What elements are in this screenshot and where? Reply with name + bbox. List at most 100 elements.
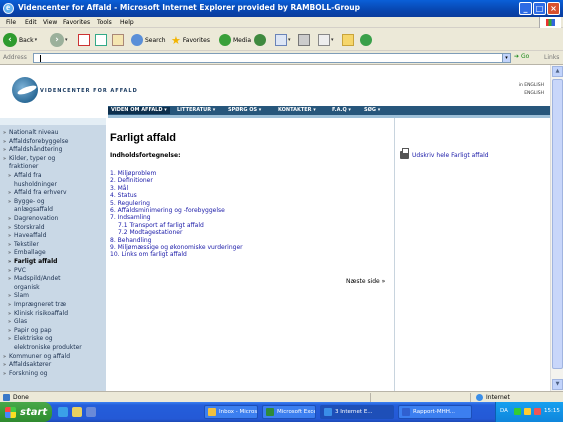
edit-button[interactable]: ▾ (318, 32, 334, 48)
language-indicator[interactable]: DA (500, 408, 508, 414)
mail-button[interactable]: ▾ (275, 32, 291, 48)
taskbar-button[interactable]: 3 Internet E... (320, 405, 394, 419)
messenger-button[interactable] (360, 32, 372, 48)
sidebar-item[interactable]: » Nationalt niveau (3, 129, 58, 137)
toc-link[interactable]: 3. Mål (110, 185, 128, 192)
sidebar-item[interactable]: » Forskning og (3, 370, 47, 378)
nav-faq[interactable]: F.A.Q ▾ (329, 107, 354, 114)
menu-file[interactable]: File (6, 19, 16, 26)
nav-litteratur[interactable]: LITTERATUR ▾ (174, 107, 218, 114)
home-button[interactable] (112, 32, 124, 48)
sidebar-item[interactable]: » Affald fra erhverv (8, 189, 67, 197)
sidebar-item[interactable]: » Emballage (8, 249, 46, 257)
links-button[interactable]: Links (544, 54, 559, 61)
sidebar-item[interactable]: » Affaldsforebyggelse (3, 138, 68, 146)
refresh-button[interactable] (95, 32, 107, 48)
scroll-down-button[interactable]: ▼ (552, 379, 563, 390)
toc-link[interactable]: 7. Indsamling (110, 214, 151, 221)
sidebar-item[interactable]: » Haveaffald (8, 232, 46, 240)
toc-link[interactable]: 6. Affaldsminimering og -forebyggelse (110, 207, 225, 214)
vertical-scrollbar[interactable]: ▲ ▼ (550, 65, 563, 391)
toc-link[interactable]: 7.1 Transport af farligt affald (118, 222, 204, 229)
toc-link[interactable]: 8. Behandling (110, 237, 151, 244)
outlook-quicklaunch-icon[interactable] (72, 407, 82, 417)
forward-button[interactable]: › ▾ (50, 32, 68, 48)
sidebar-item[interactable]: organisk (8, 284, 40, 291)
sidebar-item[interactable]: fraktioner (3, 163, 38, 170)
sidebar-item[interactable]: » Imprægneret træ (8, 301, 66, 309)
sidebar-item-label: Kommuner og affald (9, 352, 71, 360)
taskbar-button[interactable]: Inbox - Micros... (204, 405, 258, 419)
minimize-button[interactable]: _ (519, 2, 532, 15)
folder-button[interactable] (342, 32, 354, 48)
search-button[interactable]: Search (131, 32, 166, 48)
sidebar-item[interactable]: » Bygge- og (8, 198, 45, 206)
sidebar-item[interactable]: husholdninger (8, 181, 57, 188)
media-button[interactable]: Media (219, 32, 251, 48)
sidebar-item[interactable]: » Storskrald (8, 224, 45, 232)
sidebar-item[interactable]: » Kommuner og affald (3, 353, 70, 361)
menu-favorites[interactable]: Favorites (63, 19, 90, 26)
print-button[interactable] (298, 32, 310, 48)
address-input[interactable] (33, 53, 511, 63)
sidebar-item[interactable]: » Papir og pap (8, 327, 52, 335)
sidebar-item[interactable]: » Kilder, typer og (3, 155, 55, 163)
taskbar-button-label: 3 Internet E... (335, 409, 373, 415)
english-link-2[interactable]: ENGLISH (524, 91, 544, 96)
sidebar-item[interactable]: » Glas (8, 318, 27, 326)
menu-help[interactable]: Help (120, 19, 134, 26)
favorites-button[interactable]: ★ Favorites (171, 32, 210, 48)
close-button[interactable]: × (547, 2, 560, 15)
status-separator (470, 393, 471, 402)
network-icon[interactable] (514, 408, 521, 415)
next-page-link[interactable]: Næste side » (346, 278, 385, 285)
nav-kontakter[interactable]: KONTAKTER ▾ (275, 107, 319, 114)
menu-view[interactable]: View (43, 19, 57, 26)
desktop-quicklaunch-icon[interactable] (86, 407, 96, 417)
history-button[interactable] (254, 32, 266, 48)
sidebar-item[interactable]: » Farligt affald (8, 258, 57, 266)
ie-quicklaunch-icon[interactable] (58, 407, 68, 417)
toc-link[interactable]: 1. Miljøproblem (110, 170, 156, 177)
print-all-link[interactable]: Udskriv hele Farligt affald (400, 148, 489, 159)
sidebar-item[interactable]: » PVC (8, 267, 26, 275)
sidebar-item[interactable]: elektroniske produkter (8, 344, 82, 351)
sidebar-item[interactable]: » Madspild/Andet (8, 275, 61, 283)
toc-link[interactable]: 10. Links om farligt affald (110, 251, 187, 258)
go-button[interactable]: ➔ Go (514, 53, 529, 60)
start-button[interactable]: start (0, 402, 52, 422)
antivirus-icon[interactable] (534, 408, 541, 415)
nav-viden-om-affald[interactable]: VIDEN OM AFFALD ▾ (108, 107, 170, 114)
stop-button[interactable] (78, 32, 90, 48)
sidebar-item[interactable]: » Affaldshåndtering (3, 146, 62, 154)
taskbar-button[interactable]: Microsoft Excel (262, 405, 316, 419)
site-logo[interactable] (12, 77, 38, 103)
status-done: Done (3, 394, 29, 401)
back-button[interactable]: ‹ Back ▾ (3, 32, 37, 48)
toc-link[interactable]: 9. Miljømæssige og økonomiske vurderinge… (110, 244, 243, 251)
menu-tools[interactable]: Tools (97, 19, 112, 26)
sidebar-item[interactable]: » Klinisk risikoaffald (8, 310, 68, 318)
english-link[interactable]: in ENGLISH (519, 83, 544, 88)
nav-spoerg-os[interactable]: SPØRG OS ▾ (225, 107, 264, 114)
security-icon[interactable] (524, 408, 531, 415)
menu-edit[interactable]: Edit (25, 19, 37, 26)
sidebar-item[interactable]: » Affaldsaktører (3, 361, 51, 369)
address-dropdown-button[interactable]: ▾ (502, 53, 511, 63)
maximize-button[interactable]: □ (533, 2, 546, 15)
taskbar-button[interactable]: Rapport-MHH... (398, 405, 472, 419)
scroll-up-button[interactable]: ▲ (552, 66, 563, 77)
sidebar-item[interactable]: » Dagrenovation (8, 215, 58, 223)
toc-link[interactable]: 7.2 Modtagestationer (118, 229, 182, 236)
toc-link[interactable]: 2. Definitioner (110, 177, 153, 184)
toc-link[interactable]: 5. Regulering (110, 200, 150, 207)
sidebar-item[interactable]: » Tekstiler (8, 241, 39, 249)
sidebar-item[interactable]: » Affald fra (8, 172, 42, 180)
nav-soeg[interactable]: SØG ▾ (361, 107, 383, 114)
toc-link[interactable]: 4. Status (110, 192, 137, 199)
sidebar-item[interactable]: » Elektriske og (8, 335, 53, 343)
scroll-thumb[interactable] (552, 79, 563, 369)
sidebar-item[interactable]: anlægsaffald (8, 206, 53, 213)
sidebar-item[interactable]: » Slam (8, 292, 29, 300)
star-icon: ★ (171, 33, 181, 47)
